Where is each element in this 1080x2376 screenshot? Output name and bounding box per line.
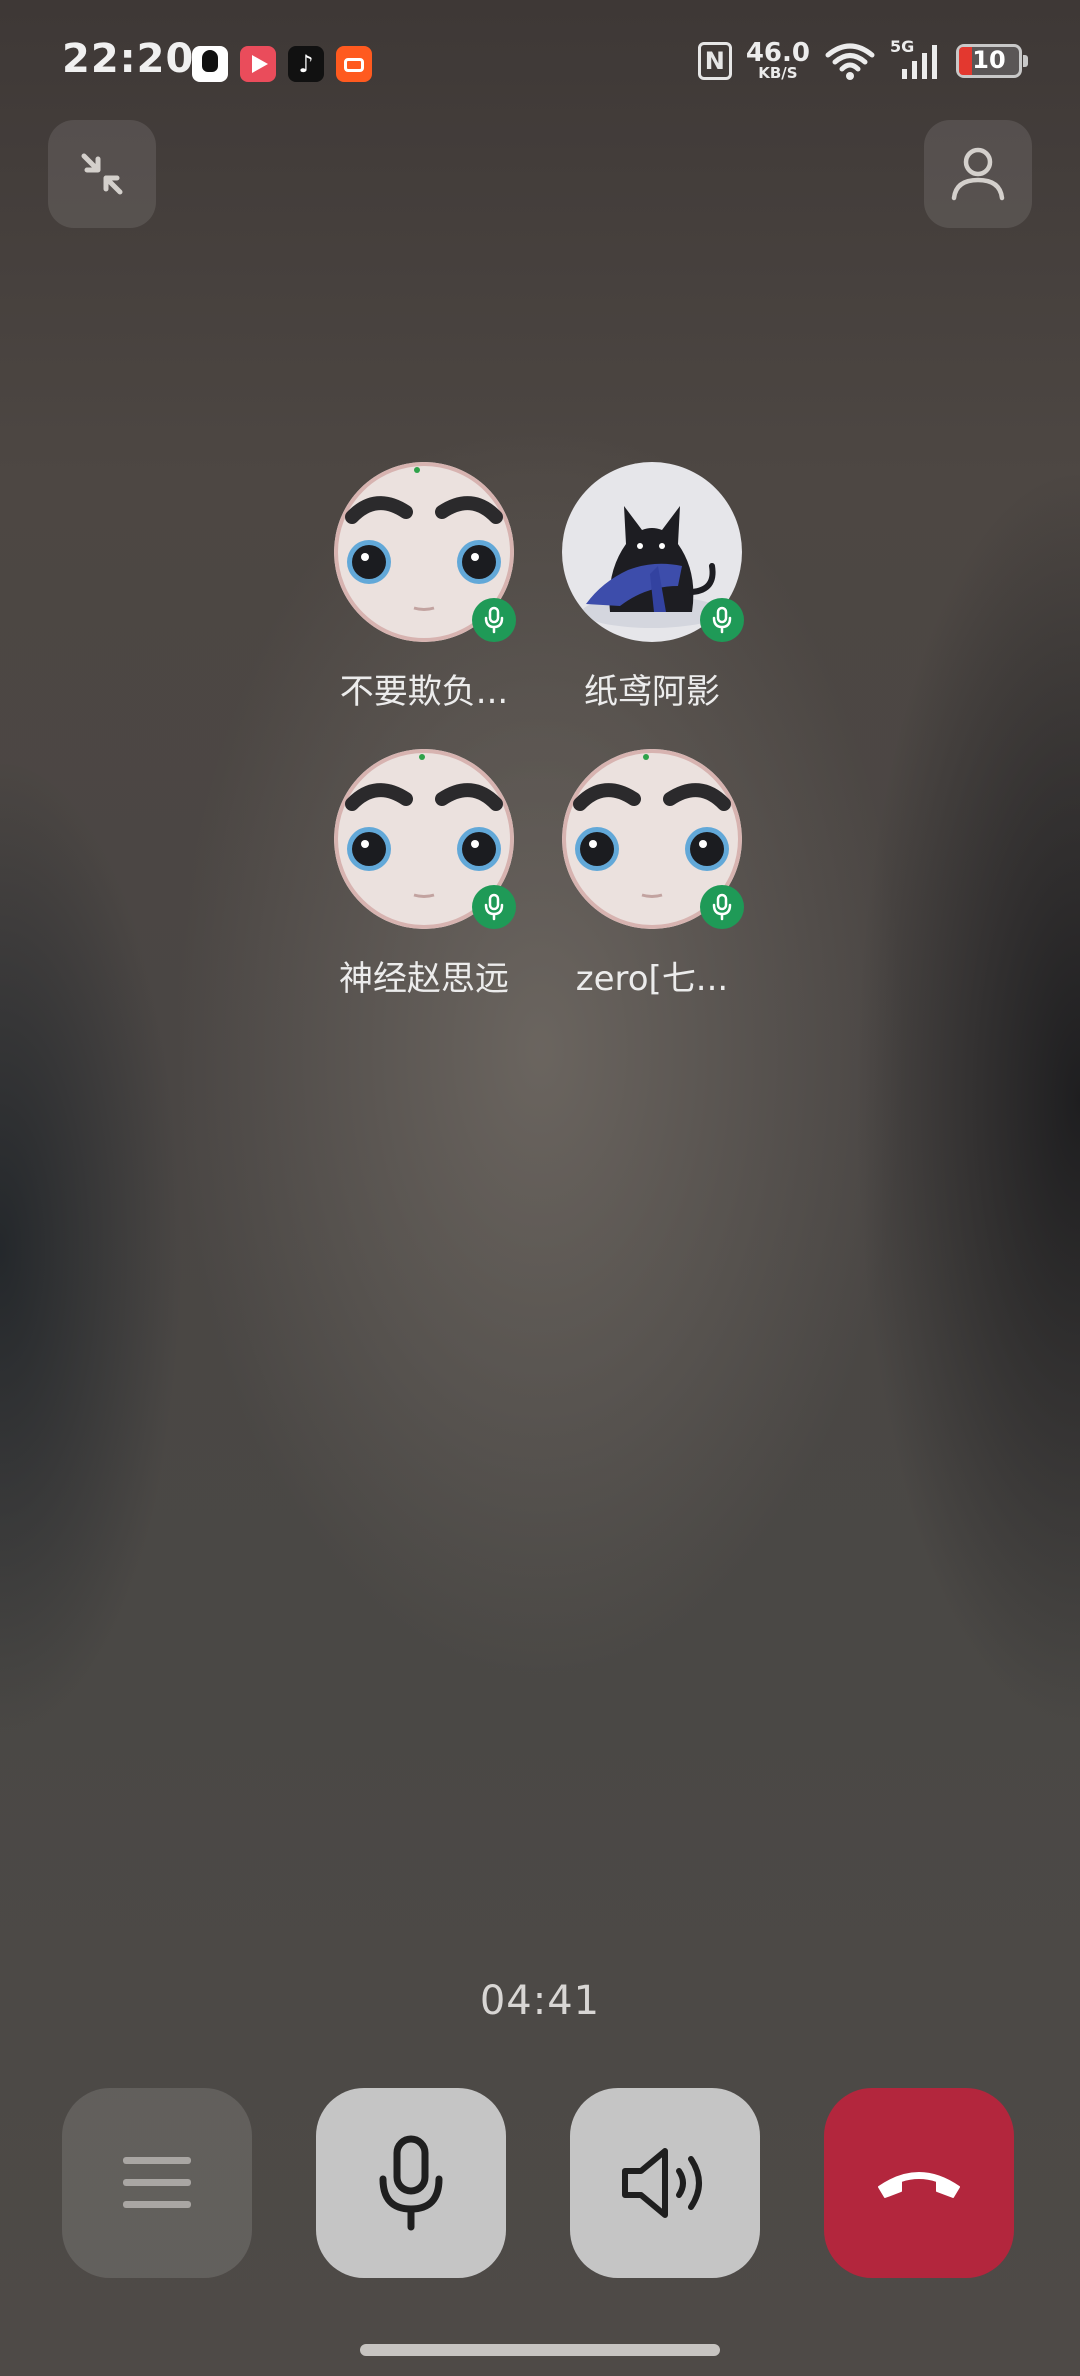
speaker-icon	[622, 2148, 702, 2218]
mic-icon	[484, 606, 504, 634]
video-app-icon	[240, 46, 276, 82]
participant-tile[interactable]: 纸鸢阿影	[548, 462, 756, 713]
participant-name: 神经赵思远	[339, 959, 509, 999]
battery-indicator: 10	[956, 43, 1028, 78]
mic-icon	[712, 606, 732, 634]
mic-active-badge	[472, 598, 516, 642]
mic-active-badge	[700, 885, 744, 929]
participant-grid: 不要欺负... 纸鸢阿影 神经赵思远 zero[七...	[320, 462, 760, 1000]
participant-name: 不要欺负...	[339, 672, 509, 712]
clock: 22:20	[62, 36, 195, 82]
microphone-toggle-button[interactable]	[316, 2088, 506, 2278]
home-indicator[interactable]	[360, 2344, 720, 2356]
participant-name: zero[七...	[575, 959, 729, 999]
phone-hangup-icon	[878, 2172, 960, 2198]
participant-tile[interactable]: 不要欺负...	[320, 462, 528, 713]
status-indicators: N 46.0 KB/S 5G 10	[697, 37, 1028, 81]
signal-bars-icon	[902, 44, 937, 79]
mic-active-badge	[472, 885, 516, 929]
kuaishou-icon	[336, 46, 372, 82]
cellular-signal: 5G	[890, 37, 942, 81]
more-options-button[interactable]	[62, 2088, 252, 2278]
mic-active-badge	[700, 598, 744, 642]
nfc-icon: N	[697, 41, 732, 80]
participant-tile[interactable]: 神经赵思远	[320, 749, 528, 1000]
notification-app-icons: ♪	[192, 46, 372, 82]
wifi-icon	[825, 43, 875, 80]
network-speed-value: 46.0	[745, 38, 810, 68]
speaker-toggle-button[interactable]	[570, 2088, 760, 2278]
person-icon	[951, 147, 1005, 201]
minimize-icon	[81, 153, 123, 195]
status-bar: 22:20 ♪ N 46.0 KB/S 5G 10	[0, 0, 1080, 130]
menu-icon	[123, 2157, 191, 2208]
participant-name: 纸鸢阿影	[584, 672, 720, 712]
participant-tile[interactable]: zero[七...	[548, 749, 756, 1000]
mic-icon	[712, 893, 732, 921]
mic-icon	[484, 893, 504, 921]
microphone-icon	[379, 2135, 443, 2231]
network-speed-unit: KB/S	[758, 64, 798, 82]
minimize-call-button[interactable]	[48, 120, 156, 228]
call-duration: 04:41	[479, 1978, 601, 2024]
hang-up-button[interactable]	[824, 2088, 1014, 2278]
qq-icon	[192, 46, 228, 82]
tiktok-icon: ♪	[288, 46, 324, 82]
battery-level-text: 10	[972, 45, 1006, 74]
add-participant-button[interactable]	[924, 120, 1032, 228]
network-speed: 46.0 KB/S	[746, 40, 810, 81]
